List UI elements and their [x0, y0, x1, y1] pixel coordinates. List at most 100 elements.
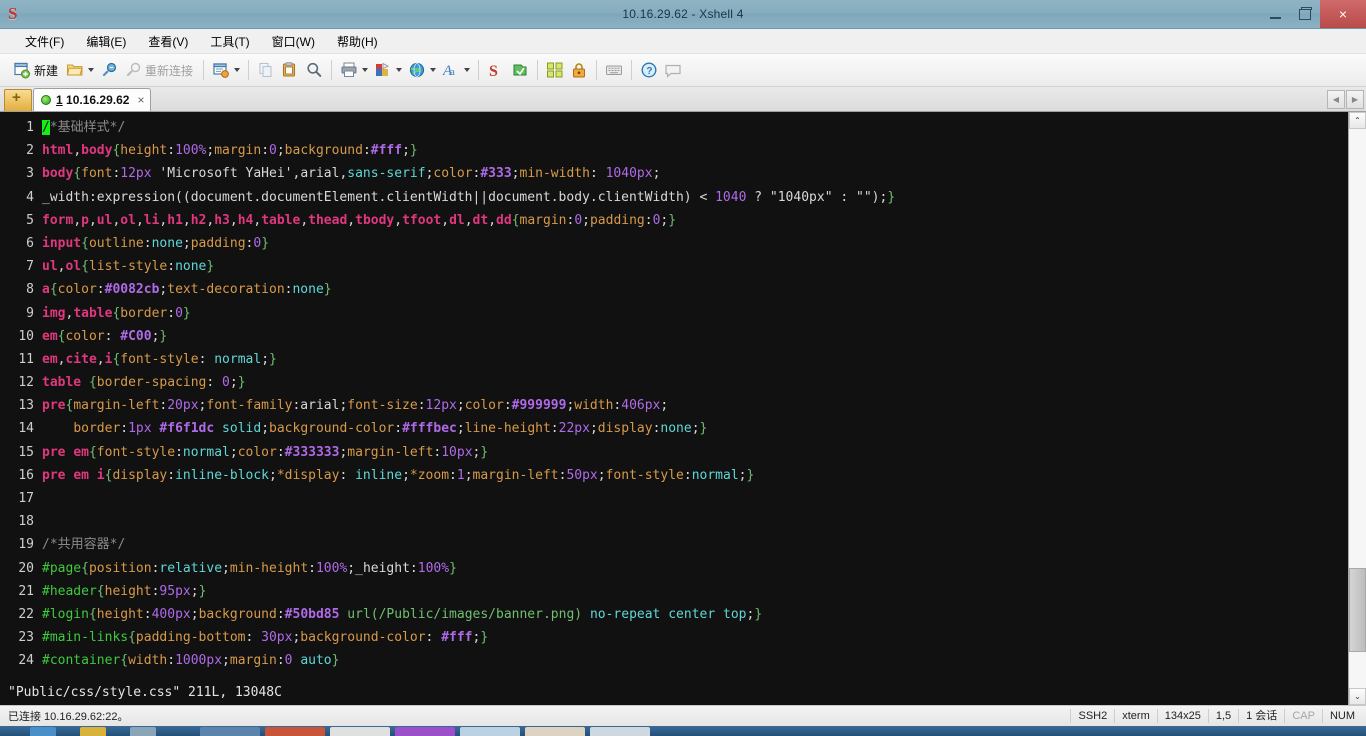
code-token: ;: [597, 467, 606, 483]
minimize-button[interactable]: [1260, 0, 1290, 28]
code-token: ;: [229, 375, 238, 391]
terminal-output[interactable]: 1/*基础样式*/2 html,body{height:100%;margin:0…: [0, 112, 1348, 705]
terminal-line: 19 /*共用容器*/: [0, 533, 1348, 556]
menu-window[interactable]: 窗口(W): [263, 30, 324, 53]
code-token: h2: [190, 212, 207, 228]
help-button[interactable]: ?: [637, 57, 661, 83]
xshell-icon: S: [487, 61, 505, 80]
find-button[interactable]: [302, 57, 326, 83]
code-token: height: [120, 143, 168, 159]
line-number: 9: [26, 305, 34, 321]
line-number: 8: [26, 282, 34, 298]
new-tab-icon[interactable]: [4, 89, 32, 111]
code-token: ;: [660, 398, 669, 414]
taskbar-item[interactable]: [395, 727, 455, 736]
taskbar-item[interactable]: [590, 727, 650, 736]
open-folder-button[interactable]: [63, 57, 97, 83]
taskbar-item[interactable]: [460, 727, 520, 736]
taskbar-item[interactable]: [80, 727, 106, 736]
xftp-launch-button[interactable]: [508, 57, 532, 83]
font-button[interactable]: A a: [439, 57, 473, 83]
code-token: normal: [214, 351, 262, 367]
terminal-scrollbar[interactable]: ⌃ ⌄: [1348, 112, 1366, 705]
tab-close-icon[interactable]: ×: [137, 93, 144, 107]
chevron-down-icon[interactable]: [464, 68, 471, 72]
taskbar-item[interactable]: [265, 727, 325, 736]
terminal-line: 15 pre em{font-style:normal;color:#333333…: [0, 441, 1348, 464]
taskbar-item[interactable]: [200, 727, 260, 736]
terminal-line: 3 body{font:12px 'Microsoft YaHei',arial,…: [0, 162, 1348, 185]
code-token: ul: [42, 259, 58, 275]
color-scheme-button[interactable]: [371, 57, 405, 83]
tab-scroll-right-button[interactable]: ▶: [1346, 90, 1364, 109]
menu-tools[interactable]: 工具(T): [201, 30, 258, 53]
chevron-down-icon[interactable]: [396, 68, 403, 72]
code-token: {: [88, 444, 97, 460]
menu-file[interactable]: 文件(F): [16, 30, 73, 53]
chat-button[interactable]: [661, 57, 685, 83]
new-session-button[interactable]: 新建: [10, 57, 63, 83]
code-token: font-size: [347, 398, 418, 414]
session-manager-button[interactable]: [209, 57, 243, 83]
taskbar-item[interactable]: [30, 727, 56, 736]
code-token: normal: [691, 467, 739, 483]
transfer-icon: [546, 61, 564, 79]
code-token: 0: [175, 305, 183, 321]
code-token: position: [88, 560, 152, 576]
chevron-down-icon[interactable]: [234, 68, 241, 72]
chevron-down-icon[interactable]: [430, 68, 437, 72]
line-number: 14: [18, 421, 34, 437]
session-tab-1[interactable]: 1 10.16.29.62 ×: [33, 88, 152, 111]
toolbar-separator: [203, 60, 205, 80]
code-token: #login: [42, 606, 89, 622]
lock-button[interactable]: [567, 57, 591, 83]
maximize-button[interactable]: [1290, 0, 1320, 28]
scrollbar-thumb[interactable]: [1349, 568, 1366, 652]
code-token: #page: [42, 560, 82, 576]
chevron-down-icon[interactable]: [88, 68, 95, 72]
print-button[interactable]: [337, 57, 371, 83]
paste-button[interactable]: [278, 57, 302, 83]
code-token: }: [261, 235, 270, 251]
close-button[interactable]: ×: [1320, 0, 1366, 28]
code-token: background: [284, 143, 363, 159]
code-token: :: [245, 630, 262, 646]
connect-button[interactable]: [97, 57, 121, 83]
web-button[interactable]: [405, 57, 439, 83]
scrollbar-track[interactable]: [1349, 129, 1366, 688]
taskbar-item[interactable]: [130, 727, 156, 736]
scroll-down-button[interactable]: ⌄: [1349, 688, 1366, 705]
menu-edit[interactable]: 编辑(E): [77, 30, 135, 53]
code-token: 10px: [441, 444, 473, 460]
code-token: }: [754, 606, 763, 622]
code-token: ;: [589, 421, 598, 437]
transfer-button[interactable]: [543, 57, 567, 83]
tab-index: 1: [56, 93, 63, 107]
tab-scroll-left-button[interactable]: ◀: [1327, 90, 1345, 109]
taskbar-item[interactable]: [330, 727, 390, 736]
status-num-lock: NUM: [1321, 709, 1362, 723]
new-session-icon: [13, 61, 31, 79]
scroll-up-button[interactable]: ⌃: [1349, 112, 1366, 129]
code-token: }: [480, 444, 489, 460]
code-token: {: [81, 259, 89, 275]
keyboard-icon: [605, 61, 623, 79]
taskbar-item[interactable]: [525, 727, 585, 736]
menu-view[interactable]: 查看(V): [139, 30, 197, 53]
code-token: h4: [237, 212, 254, 228]
chevron-down-icon[interactable]: [362, 68, 369, 72]
xshell-launch-button[interactable]: S: [484, 57, 508, 83]
code-token: ,: [88, 212, 97, 228]
code-token: {: [73, 166, 82, 182]
code-token: ,: [73, 212, 82, 228]
code-token: :: [394, 421, 403, 437]
code-token: url(/Public/images/banner.png): [347, 606, 583, 622]
print-icon: [340, 61, 358, 79]
desktop-taskbar[interactable]: [0, 726, 1366, 736]
code-token: :: [143, 235, 152, 251]
code-token: }: [699, 421, 708, 437]
menu-help[interactable]: 帮助(H): [328, 30, 387, 53]
code-token: ,: [300, 212, 309, 228]
code-token: color: [65, 328, 105, 344]
code-token: *display: [276, 467, 340, 483]
